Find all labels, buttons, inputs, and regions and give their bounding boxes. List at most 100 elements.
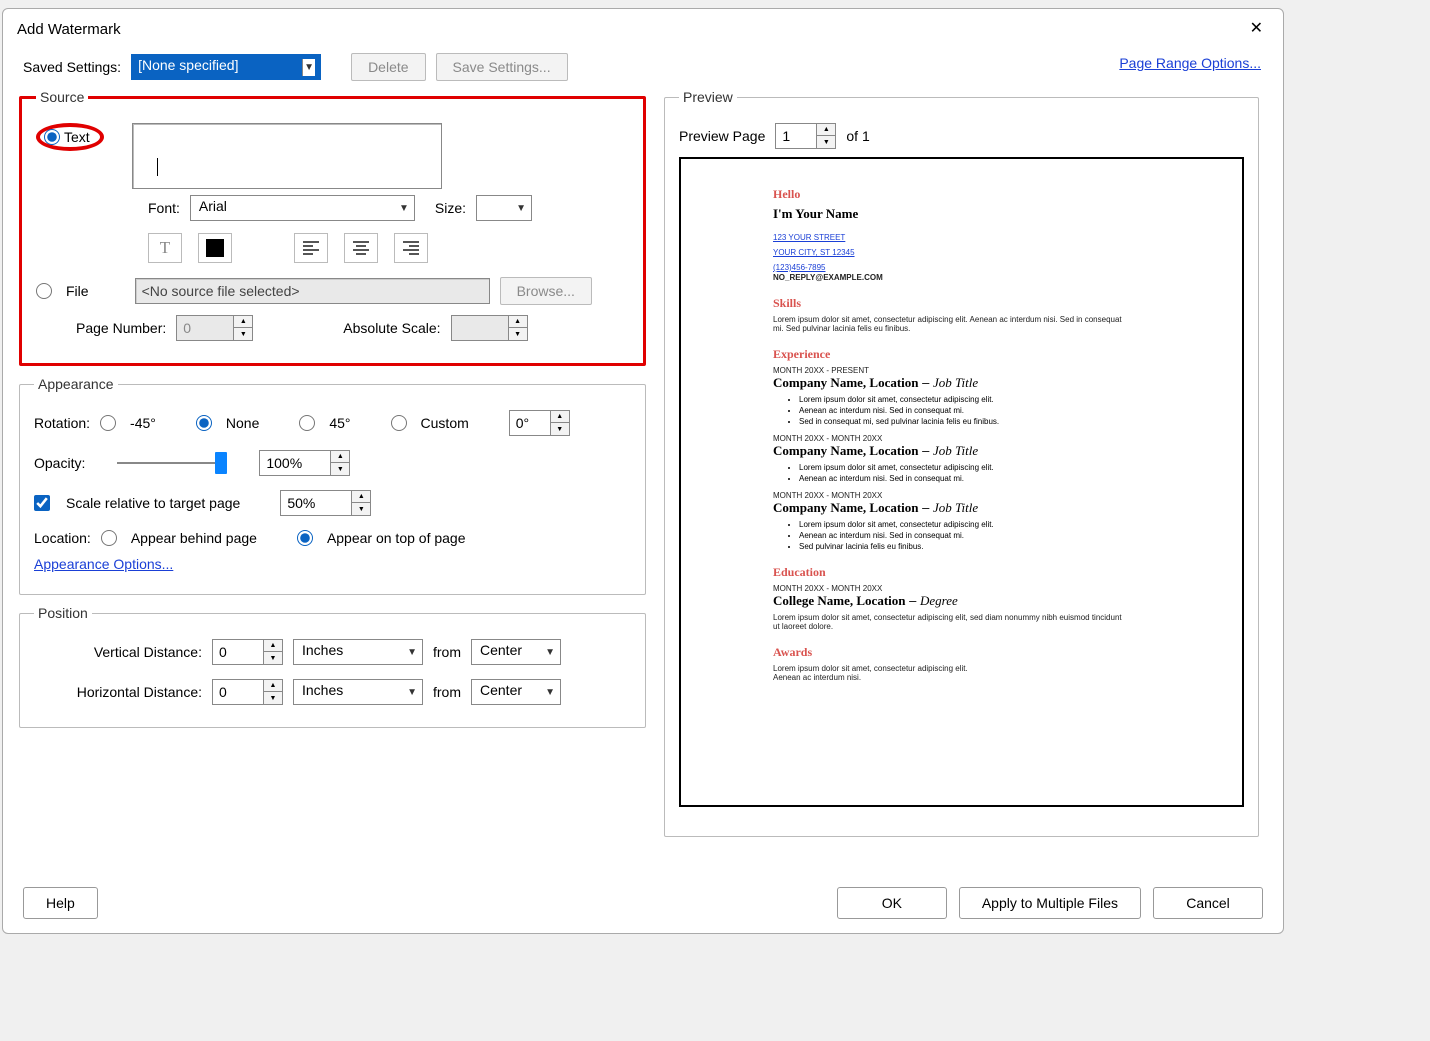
text-cursor-icon (157, 158, 158, 176)
font-label: Font: (148, 200, 180, 216)
titlebar: Add Watermark ✕ (3, 9, 1283, 45)
rotation-value-stepper[interactable]: ▲▼ (509, 410, 570, 436)
down-arrow-icon[interactable]: ▼ (551, 423, 569, 435)
pv-edu-h: Education (773, 565, 1226, 580)
vertical-unit-select[interactable]: Inches▼ (293, 639, 423, 665)
up-arrow-icon[interactable]: ▲ (264, 640, 282, 652)
vertical-distance-stepper[interactable]: ▲▼ (212, 639, 283, 665)
scale-value-stepper[interactable]: ▲▼ (280, 490, 371, 516)
pv-phone: (123)456-7895 (773, 263, 825, 272)
cancel-button[interactable]: Cancel (1153, 887, 1263, 919)
align-left-button[interactable] (294, 233, 328, 263)
pv-skills-body: Lorem ipsum dolor sit amet, consectetur … (773, 315, 1123, 333)
up-arrow-icon[interactable]: ▲ (509, 316, 527, 328)
source-text-radio[interactable] (44, 129, 60, 145)
horizontal-distance-label: Horizontal Distance: (54, 684, 202, 700)
position-legend: Position (34, 605, 92, 621)
up-arrow-icon[interactable]: ▲ (264, 680, 282, 692)
dialog-title: Add Watermark (17, 21, 121, 38)
bg-color-button[interactable] (198, 233, 232, 263)
dialog-footer: Help OK Apply to Multiple Files Cancel (3, 887, 1283, 919)
down-arrow-icon[interactable]: ▼ (331, 463, 349, 475)
from-label: from (433, 644, 461, 660)
rotation-custom-radio[interactable] (391, 415, 407, 431)
close-icon[interactable]: ✕ (1244, 19, 1269, 39)
opacity-slider[interactable] (117, 453, 227, 473)
saved-settings-label: Saved Settings: (23, 59, 121, 75)
source-file-label: File (66, 283, 89, 299)
location-behind-radio[interactable] (101, 530, 117, 546)
source-file-radio[interactable] (36, 283, 52, 299)
rotation-none-radio[interactable] (196, 415, 212, 431)
scale-relative-checkbox[interactable] (34, 495, 50, 511)
page-range-options-link[interactable]: Page Range Options... (1119, 55, 1261, 71)
pv-name: I'm Your Name (773, 206, 1226, 222)
appearance-options-link[interactable]: Appearance Options... (34, 556, 173, 572)
down-arrow-icon[interactable]: ▼ (234, 328, 252, 340)
preview-document: Hello I'm Your Name 123 YOUR STREET YOUR… (679, 157, 1244, 807)
down-arrow-icon[interactable]: ▼ (264, 652, 282, 664)
position-fieldset: Position Vertical Distance: ▲▼ Inches▼ f… (19, 605, 646, 728)
source-text-label: Text (64, 129, 90, 145)
saved-settings-select[interactable]: [None specified] ▼ (131, 54, 321, 80)
preview-legend: Preview (679, 89, 737, 105)
down-arrow-icon[interactable]: ▼ (817, 136, 835, 148)
opacity-stepper[interactable]: ▲▼ (259, 450, 350, 476)
pv-addr2: YOUR CITY, ST 12345 (773, 248, 855, 257)
location-top-radio[interactable] (297, 530, 313, 546)
down-arrow-icon[interactable]: ▼ (352, 503, 370, 515)
scale-relative-label: Scale relative to target page (66, 495, 240, 511)
vertical-from-select[interactable]: Center▼ (471, 639, 561, 665)
source-file-input[interactable] (135, 278, 490, 304)
save-settings-button[interactable]: Save Settings... (436, 53, 568, 81)
vertical-distance-label: Vertical Distance: (54, 644, 202, 660)
appearance-legend: Appearance (34, 376, 118, 392)
dialog-window: Add Watermark ✕ Page Range Options... Sa… (2, 8, 1284, 934)
browse-button[interactable]: Browse... (500, 277, 592, 305)
up-arrow-icon[interactable]: ▲ (331, 451, 349, 463)
text-color-button[interactable]: T (148, 233, 182, 263)
help-button[interactable]: Help (23, 887, 98, 919)
font-select[interactable]: Arial ▼ (190, 195, 415, 221)
down-arrow-icon[interactable]: ▼ (509, 328, 527, 340)
pv-awards-h: Awards (773, 645, 1226, 660)
page-number-label: Page Number: (76, 320, 166, 336)
ok-button[interactable]: OK (837, 887, 947, 919)
opacity-label: Opacity: (34, 455, 85, 471)
up-arrow-icon[interactable]: ▲ (817, 124, 835, 136)
horizontal-unit-select[interactable]: Inches▼ (293, 679, 423, 705)
horizontal-from-select[interactable]: Center▼ (471, 679, 561, 705)
rotation-neg45-radio[interactable] (100, 415, 116, 431)
text-radio-highlight: Text (36, 123, 104, 151)
align-right-button[interactable] (394, 233, 428, 263)
size-label: Size: (435, 200, 466, 216)
preview-fieldset: Preview Preview Page ▲▼ of 1 Hello I'm Y… (664, 89, 1259, 837)
pv-email: NO_REPLY@EXAMPLE.COM (773, 273, 1226, 282)
location-label: Location: (34, 530, 91, 546)
preview-page-stepper[interactable]: ▲▼ (775, 123, 836, 149)
preview-page-label: Preview Page (679, 128, 765, 144)
rotation-45-radio[interactable] (299, 415, 315, 431)
up-arrow-icon[interactable]: ▲ (234, 316, 252, 328)
pv-exp-h: Experience (773, 347, 1226, 362)
delete-button[interactable]: Delete (351, 53, 425, 81)
page-number-stepper[interactable]: ▲▼ (176, 315, 253, 341)
horizontal-distance-stepper[interactable]: ▲▼ (212, 679, 283, 705)
saved-settings-toolbar: Saved Settings: [None specified] ▼ Delet… (3, 45, 1283, 89)
align-center-button[interactable] (344, 233, 378, 263)
absolute-scale-stepper[interactable]: ▲▼ (451, 315, 528, 341)
watermark-text-input[interactable] (132, 123, 442, 189)
rotation-label: Rotation: (34, 415, 90, 431)
pv-hello: Hello (773, 187, 1226, 202)
up-arrow-icon[interactable]: ▲ (352, 491, 370, 503)
up-arrow-icon[interactable]: ▲ (551, 411, 569, 423)
apply-multiple-button[interactable]: Apply to Multiple Files (959, 887, 1141, 919)
appearance-fieldset: Appearance Rotation: -45° None 45° Custo… (19, 376, 646, 595)
from-label: from (433, 684, 461, 700)
absolute-scale-label: Absolute Scale: (343, 320, 440, 336)
source-fieldset: Source Text Font: Arial ▼ Size: (19, 89, 646, 366)
saved-settings-value: [None specified] (131, 54, 321, 80)
down-arrow-icon[interactable]: ▼ (264, 692, 282, 704)
size-select[interactable]: ▼ (476, 195, 532, 221)
pv-skills-h: Skills (773, 296, 1226, 311)
